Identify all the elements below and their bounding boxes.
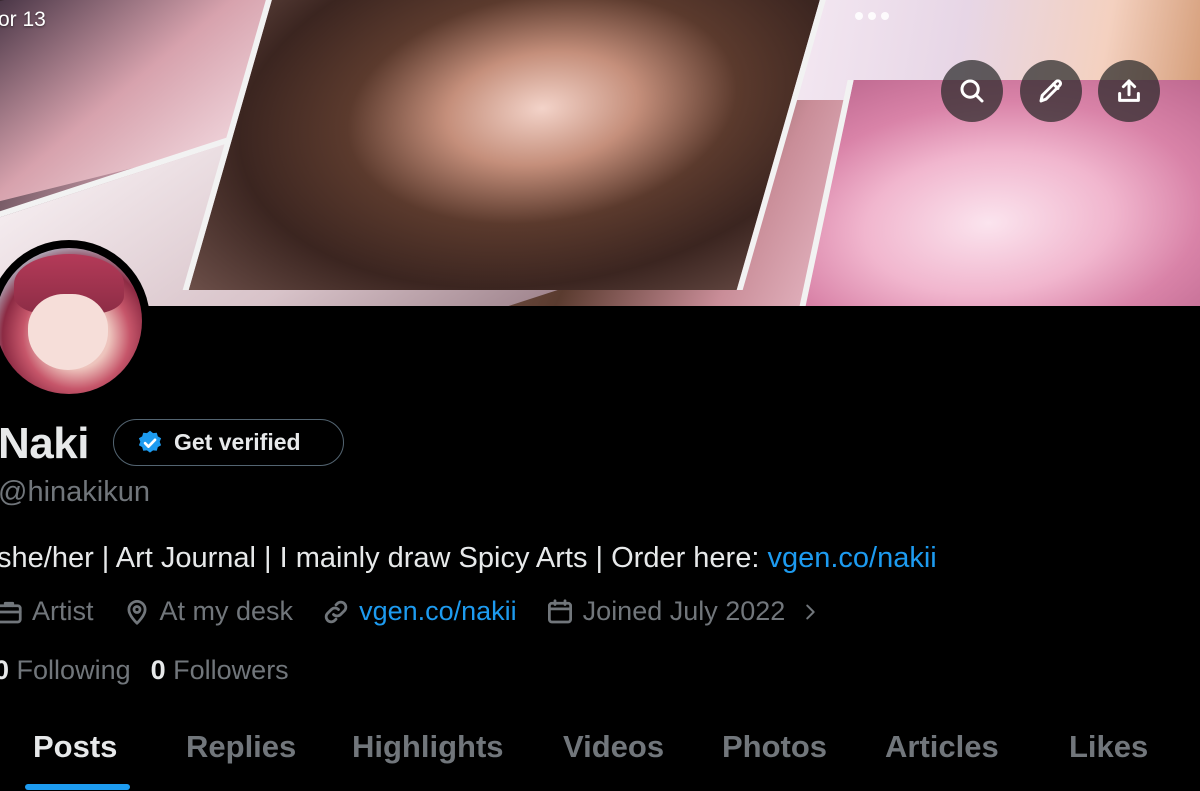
followers-stat[interactable]: 0 Followers (151, 655, 289, 686)
tab-videos[interactable]: Videos (563, 729, 664, 765)
location-pin-icon (127, 599, 147, 625)
location-item: At my desk (122, 596, 294, 627)
joined-item[interactable]: Joined July 2022 (545, 596, 786, 627)
avatar[interactable] (0, 240, 150, 402)
joined-text: Joined July 2022 (582, 596, 786, 626)
bio-link[interactable]: vgen.co/nakii (767, 542, 936, 574)
search-button[interactable] (941, 60, 1003, 122)
follow-stats: 0 Following 0 Followers (0, 655, 309, 686)
profile-meta: Artist At my desk vgen.co/nakii Joined J… (0, 596, 821, 627)
edit-button[interactable] (1020, 60, 1082, 122)
search-icon (960, 79, 984, 103)
location-text: At my desk (159, 596, 294, 626)
following-count: 0 (0, 655, 10, 685)
tab-posts[interactable]: Posts (33, 729, 117, 765)
following-label: Following (16, 655, 131, 685)
banner-art-panel (182, 0, 838, 290)
share-button[interactable] (1098, 60, 1160, 122)
profession-text: Artist (32, 596, 94, 626)
following-stat[interactable]: 0 Following (0, 655, 131, 686)
tab-replies[interactable]: Replies (186, 729, 296, 765)
website-link[interactable]: vgen.co/nakii (359, 596, 517, 627)
post-date-fragment: or 13 (0, 8, 46, 31)
calendar-icon (547, 598, 572, 623)
profile-banner[interactable]: or 13 (0, 0, 1200, 306)
active-tab-indicator (25, 784, 130, 790)
get-verified-button[interactable]: Get verified (113, 419, 344, 466)
profile-handle: @hinakikun (0, 476, 150, 508)
profile-bio: she/her | Art Journal | I mainly draw Sp… (0, 542, 937, 575)
profile-name: Naki (0, 419, 89, 468)
bio-text: she/her | Art Journal | I mainly draw Sp… (0, 542, 768, 574)
tab-articles[interactable]: Articles (885, 729, 999, 765)
profession-item: Artist (0, 596, 94, 627)
tab-likes[interactable]: Likes (1069, 729, 1148, 765)
share-upload-icon (1118, 79, 1140, 102)
chevron-right-icon[interactable] (799, 601, 821, 623)
followers-label: Followers (173, 655, 289, 685)
tab-highlights[interactable]: Highlights (352, 729, 504, 765)
tab-photos[interactable]: Photos (722, 729, 827, 765)
avatar-image (0, 248, 142, 394)
briefcase-icon (0, 601, 22, 623)
website-item[interactable]: vgen.co/nakii (321, 596, 517, 627)
profile-tabs: Posts Replies Highlights Videos Photos A… (0, 722, 1200, 791)
more-dots-icon[interactable] (855, 12, 889, 20)
verified-badge-icon (138, 430, 162, 453)
link-icon (324, 600, 348, 623)
get-verified-label: Get verified (174, 429, 301, 455)
followers-count: 0 (150, 655, 166, 685)
pencil-icon (1039, 79, 1063, 103)
